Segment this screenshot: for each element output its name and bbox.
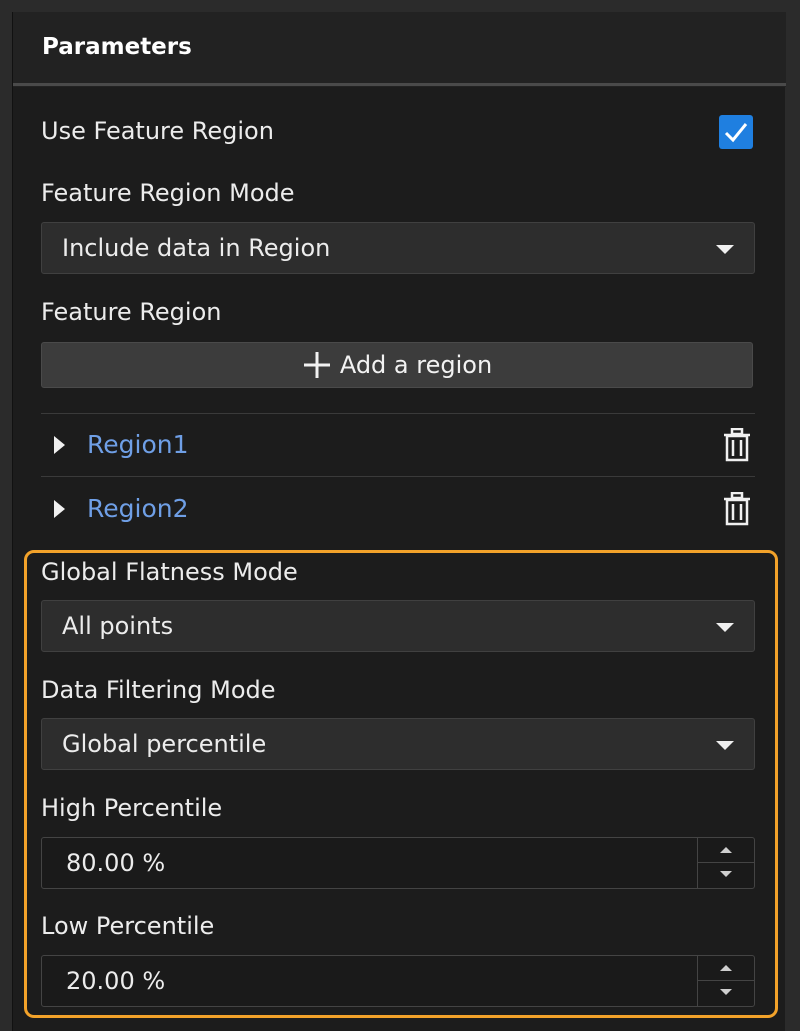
caret-down-icon [716,741,734,750]
low-percentile-spinbox[interactable]: 20.00 % [41,955,755,1007]
global-flatness-mode-dropdown[interactable]: All points [41,600,755,652]
use-feature-region-label: Use Feature Region [41,117,274,145]
spin-buttons [697,838,754,888]
region-row: Region1 [41,414,755,476]
trash-icon[interactable] [722,428,752,462]
expand-triangle-icon[interactable] [54,436,65,454]
spin-down-button[interactable] [698,863,754,888]
spin-buttons [697,956,754,1006]
chevron-up-icon [720,847,732,853]
data-filtering-mode-value: Global percentile [62,730,267,758]
spin-down-button[interactable] [698,981,754,1006]
high-percentile-spinbox[interactable]: 80.00 % [41,837,755,889]
low-percentile-label: Low Percentile [41,912,215,940]
feature-region-mode-label: Feature Region Mode [41,179,295,207]
global-flatness-mode-value: All points [62,612,174,640]
panel-header: Parameters [13,12,786,87]
region-name[interactable]: Region2 [87,494,189,523]
data-filtering-mode-dropdown[interactable]: Global percentile [41,718,755,770]
data-filtering-mode-label: Data Filtering Mode [41,676,276,704]
spin-up-button[interactable] [698,838,754,863]
global-flatness-mode-label: Global Flatness Mode [41,558,298,586]
caret-down-icon [716,623,734,632]
header-divider [13,83,786,86]
chevron-down-icon [720,989,732,995]
region-row: Region2 [41,478,755,540]
feature-region-mode-dropdown[interactable]: Include data in Region [41,222,755,274]
chevron-up-icon [720,965,732,971]
expand-triangle-icon[interactable] [54,500,65,518]
chevron-down-icon [720,871,732,877]
feature-region-mode-value: Include data in Region [62,234,331,262]
high-percentile-value[interactable]: 80.00 % [66,849,165,877]
region-name[interactable]: Region1 [87,430,189,459]
spin-up-button[interactable] [698,956,754,981]
feature-region-label: Feature Region [41,298,222,326]
check-icon [724,123,748,143]
divider [41,476,755,477]
plus-icon [303,352,330,378]
trash-icon[interactable] [722,492,752,526]
use-feature-region-checkbox[interactable] [719,115,753,149]
add-region-button[interactable]: Add a region [41,342,753,388]
panel-title: Parameters [42,34,192,60]
high-percentile-label: High Percentile [41,794,223,822]
caret-down-icon [716,245,734,254]
add-region-button-label: Add a region [339,351,493,379]
low-percentile-value[interactable]: 20.00 % [66,967,165,995]
